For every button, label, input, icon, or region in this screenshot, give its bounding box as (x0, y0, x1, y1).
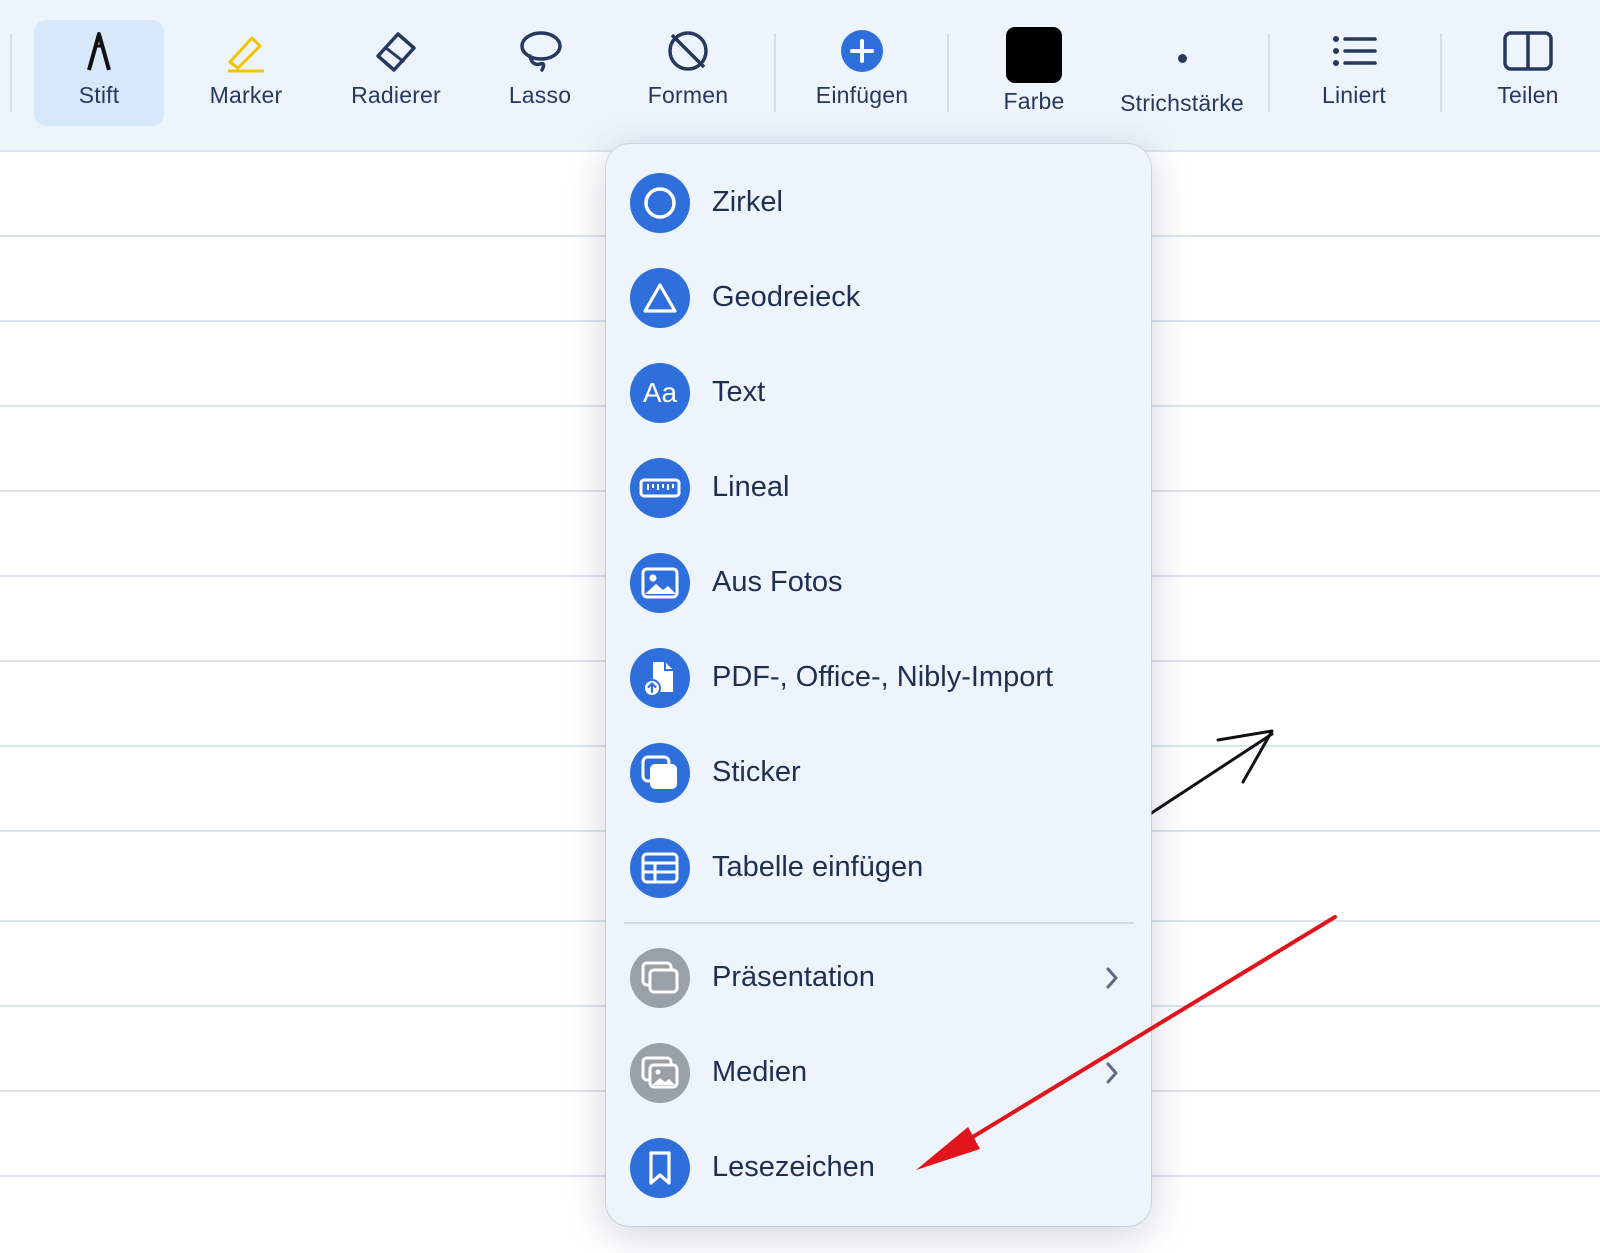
tool-label: Formen (647, 82, 729, 108)
highlighter-icon (222, 20, 270, 82)
tool-label: Liniert (1321, 82, 1387, 108)
menu-item-label: Text (712, 376, 766, 408)
presentation-icon (630, 947, 690, 1008)
menu-item-label: Zirkel (712, 186, 783, 218)
menu-item-label: Aus Fotos (712, 566, 843, 598)
menu-item-label: Medien (712, 1056, 808, 1088)
toolbar-separator (774, 34, 776, 112)
toolbar-separator (10, 34, 12, 112)
eraser-icon (372, 20, 420, 82)
menu-item-tabelle[interactable]: Tabelle einfügen (606, 820, 1151, 915)
menu-item-lesezeichen[interactable]: Lesezeichen (606, 1120, 1151, 1215)
menu-item-medien[interactable]: Medien (606, 1025, 1151, 1120)
chevron-right-icon (1106, 1062, 1118, 1083)
toolbar-separator (1268, 34, 1270, 112)
menu-item-label: PDF-, Office-, Nibly-Import (712, 661, 1054, 693)
tool-radierer[interactable]: Radierer (333, 20, 459, 126)
menu-item-label: Lesezeichen (712, 1151, 875, 1183)
insert-menu: Zirkel Geodreieck Aa Text Lineal Aus Fot… (606, 144, 1151, 1226)
tool-formen[interactable]: Formen (626, 20, 750, 126)
pen-icon (79, 20, 119, 82)
menu-item-zirkel[interactable]: Zirkel (606, 155, 1151, 250)
menu-item-praesentation[interactable]: Präsentation (606, 930, 1151, 1025)
document-import-icon (630, 647, 690, 708)
media-icon (630, 1042, 690, 1103)
text-aa-icon: Aa (630, 362, 690, 423)
menu-item-text[interactable]: Aa Text (606, 345, 1151, 440)
chevron-right-icon (1106, 967, 1118, 988)
menu-item-label: Tabelle einfügen (712, 851, 924, 883)
stroke-dot-icon (1177, 20, 1187, 82)
menu-divider (624, 922, 1134, 924)
tool-marker[interactable]: Marker (186, 20, 306, 126)
tool-farbe[interactable]: Farbe (972, 20, 1096, 126)
menu-item-sticker[interactable]: Sticker (606, 725, 1151, 820)
color-swatch-icon (1006, 20, 1062, 83)
menu-item-lineal[interactable]: Lineal (606, 440, 1151, 535)
menu-item-label: Geodreieck (712, 281, 861, 313)
menu-item-label: Sticker (712, 756, 801, 788)
tool-einfuegen[interactable]: Einfügen (800, 20, 924, 126)
tool-label: Radierer (351, 82, 441, 108)
sticker-icon (630, 742, 690, 803)
tool-label: Teilen (1497, 82, 1559, 108)
menu-item-label: Lineal (712, 471, 790, 503)
tool-teilen[interactable]: Teilen (1466, 20, 1590, 126)
table-icon (630, 837, 690, 898)
tool-strichstaerke[interactable]: Strichstärke (1112, 20, 1252, 126)
tool-label: Strichstärke (1120, 90, 1244, 116)
menu-item-geodreieck[interactable]: Geodreieck (606, 250, 1151, 345)
bookmark-icon (630, 1137, 690, 1198)
photo-icon (630, 552, 690, 613)
tool-label: Stift (78, 82, 120, 108)
tool-label: Farbe (1003, 88, 1065, 114)
shapes-icon (664, 20, 712, 82)
tool-label: Lasso (508, 82, 572, 108)
triangle-icon (630, 267, 690, 328)
compass-circle-icon (630, 172, 690, 233)
menu-item-aus-fotos[interactable]: Aus Fotos (606, 535, 1151, 630)
toolbar-separator (1440, 34, 1442, 112)
menu-item-import[interactable]: PDF-, Office-, Nibly-Import (606, 630, 1151, 725)
split-view-icon (1502, 20, 1554, 82)
toolbar-separator (947, 34, 949, 112)
tool-label: Marker (209, 82, 283, 108)
plus-circle-icon (839, 20, 885, 82)
list-lines-icon (1331, 20, 1377, 82)
tool-lasso[interactable]: Lasso (482, 20, 598, 126)
tool-label: Einfügen (815, 82, 909, 108)
tool-liniert[interactable]: Liniert (1292, 20, 1416, 126)
lasso-icon (516, 20, 564, 82)
toolbar: Stift Marker Radierer Lasso Formen Einfü… (0, 0, 1600, 152)
menu-item-label: Präsentation (712, 961, 875, 993)
ruler-icon (630, 457, 690, 518)
tool-stift[interactable]: Stift (34, 20, 164, 126)
